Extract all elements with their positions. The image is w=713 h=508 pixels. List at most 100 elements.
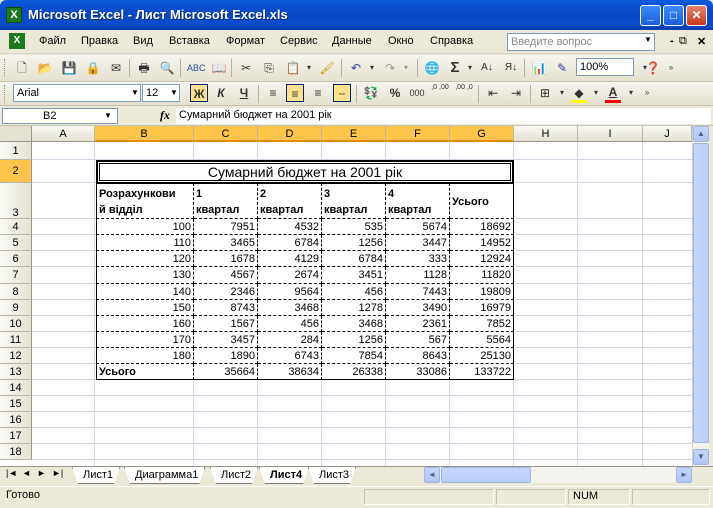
table-header-cell[interactable]: 4 квартал (386, 183, 450, 219)
chart-wizard-icon[interactable]: 📊 (530, 59, 548, 77)
doc-close-button[interactable]: ✕ (697, 35, 706, 48)
menu-format[interactable]: Формат (226, 35, 265, 47)
sheet-tab-list3[interactable]: Лист3 (308, 467, 356, 484)
row-header-1[interactable]: 1 (0, 142, 32, 160)
budget-value-cell[interactable]: 25130 (450, 348, 514, 364)
insert-function-icon[interactable]: fx (160, 108, 170, 123)
menu-view[interactable]: Вид (133, 35, 153, 47)
table-header-cell[interactable]: Розрахункови й відділ (96, 183, 194, 219)
sheet-tab-list1[interactable]: Лист1 (72, 467, 120, 484)
budget-value-cell[interactable]: 456 (258, 316, 322, 332)
vertical-scroll-thumb[interactable] (693, 143, 709, 443)
sort-ascending-icon[interactable]: A↓ (478, 59, 496, 77)
scroll-right-button[interactable]: ► (676, 467, 692, 483)
toolbar2-options-icon[interactable]: » (638, 84, 656, 102)
italic-button[interactable]: К (212, 84, 230, 102)
budget-value-cell[interactable]: 14952 (450, 235, 514, 251)
column-header-g[interactable]: G (450, 126, 514, 142)
budget-value-cell[interactable]: 2674 (258, 267, 322, 284)
toolbar-grip[interactable] (4, 59, 7, 77)
budget-value-cell[interactable]: 1256 (322, 235, 386, 251)
horizontal-scroll-thumb[interactable] (441, 467, 531, 483)
font-dropdown-icon[interactable]: ▼ (131, 88, 139, 97)
undo-dropdown-icon[interactable]: ▾ (363, 59, 381, 77)
help-icon[interactable]: ❓ (644, 59, 662, 77)
budget-value-cell[interactable]: 8743 (194, 300, 258, 316)
budget-value-cell[interactable]: 3447 (386, 235, 450, 251)
menu-edit[interactable]: Правка (81, 35, 118, 47)
help-dropdown-icon[interactable]: ▼ (644, 35, 654, 44)
budget-value-cell[interactable]: 535 (322, 219, 386, 235)
budget-value-cell[interactable]: 18692 (450, 219, 514, 235)
toolbar-grip[interactable] (4, 85, 7, 103)
budget-value-cell[interactable]: 6784 (322, 251, 386, 267)
save-icon[interactable]: 💾 (60, 59, 78, 77)
budget-value-cell[interactable]: 2346 (194, 284, 258, 300)
table-header-cell[interactable]: 3 квартал (322, 183, 386, 219)
dept-code-cell[interactable]: 150 (96, 300, 194, 316)
increase-decimal-button[interactable]: ,0 ,00 (431, 84, 449, 102)
row-header-13[interactable]: 13 (0, 364, 32, 380)
scroll-left-button[interactable]: ◄ (424, 467, 440, 483)
row-header-9[interactable]: 9 (0, 300, 32, 316)
copy-icon[interactable]: ⎘ (260, 59, 278, 77)
budget-value-cell[interactable]: 1890 (194, 348, 258, 364)
budget-value-cell[interactable]: 19809 (450, 284, 514, 300)
budget-value-cell[interactable]: 1278 (322, 300, 386, 316)
budget-value-cell[interactable]: 1128 (386, 267, 450, 284)
column-header-a[interactable]: A (32, 126, 95, 142)
total-label-cell[interactable]: Усього (96, 364, 194, 380)
font-name-select[interactable]: Arial (13, 84, 141, 102)
budget-value-cell[interactable]: 284 (258, 332, 322, 348)
redo-dropdown-icon[interactable]: ▾ (397, 59, 415, 77)
doc-minimize-button[interactable]: - (670, 35, 674, 47)
open-icon[interactable]: 📂 (36, 59, 54, 77)
budget-value-cell[interactable]: 4129 (258, 251, 322, 267)
toolbar-options-icon[interactable]: » (662, 59, 680, 77)
sheet-tab-list2[interactable]: Лист2 (210, 467, 258, 484)
autosum-dropdown-icon[interactable]: ▾ (461, 59, 479, 77)
bold-button[interactable]: Ж (190, 84, 208, 102)
scroll-down-button[interactable]: ▼ (693, 449, 709, 465)
column-header-e[interactable]: E (322, 126, 386, 142)
dept-code-cell[interactable]: 160 (96, 316, 194, 332)
budget-value-cell[interactable]: 3451 (322, 267, 386, 284)
underline-button[interactable]: Ч (235, 84, 253, 102)
vertical-scrollbar[interactable]: ▲ ▼ (692, 126, 709, 466)
row-header-7[interactable]: 7 (0, 267, 32, 284)
format-painter-icon[interactable]: 🖌 (318, 59, 336, 77)
doc-restore-button[interactable]: ⧉ (679, 35, 687, 48)
maximize-button[interactable]: □ (663, 5, 684, 26)
namebox-dropdown-icon[interactable]: ▼ (104, 111, 112, 120)
drawing-icon[interactable]: ✎ (553, 59, 571, 77)
excel-app-icon[interactable]: X (6, 7, 22, 23)
row-header-17[interactable]: 17 (0, 428, 32, 444)
budget-value-cell[interactable]: 5674 (386, 219, 450, 235)
percent-button[interactable]: % (386, 84, 404, 102)
thousands-button[interactable]: 000 (408, 84, 426, 102)
menu-file[interactable]: Файл (39, 35, 66, 47)
name-box[interactable]: B2 (2, 108, 118, 124)
budget-value-cell[interactable]: 6784 (258, 235, 322, 251)
table-header-cell[interactable]: 2 квартал (258, 183, 322, 219)
budget-value-cell[interactable]: 3490 (386, 300, 450, 316)
dept-code-cell[interactable]: 100 (96, 219, 194, 235)
total-value-cell[interactable]: 35664 (194, 364, 258, 380)
next-sheet-button[interactable]: ► (37, 468, 46, 478)
dept-code-cell[interactable]: 170 (96, 332, 194, 348)
budget-value-cell[interactable]: 456 (322, 284, 386, 300)
row-header-3[interactable]: 3 (0, 183, 32, 219)
budget-value-cell[interactable]: 7443 (386, 284, 450, 300)
sort-descending-icon[interactable]: Я↓ (502, 59, 520, 77)
decrease-decimal-button[interactable]: ,00 ,0 (455, 84, 473, 102)
dept-code-cell[interactable]: 110 (96, 235, 194, 251)
permission-icon[interactable]: 🔒 (84, 59, 102, 77)
new-icon[interactable]: 🗋 (13, 59, 31, 77)
budget-value-cell[interactable]: 16979 (450, 300, 514, 316)
first-sheet-button[interactable]: |◄ (6, 468, 17, 478)
spelling-icon[interactable]: ABC (187, 59, 206, 77)
budget-value-cell[interactable]: 333 (386, 251, 450, 267)
table-header-total[interactable]: Усього (450, 183, 514, 219)
budget-value-cell[interactable]: 567 (386, 332, 450, 348)
print-preview-icon[interactable]: 🔍 (158, 59, 176, 77)
